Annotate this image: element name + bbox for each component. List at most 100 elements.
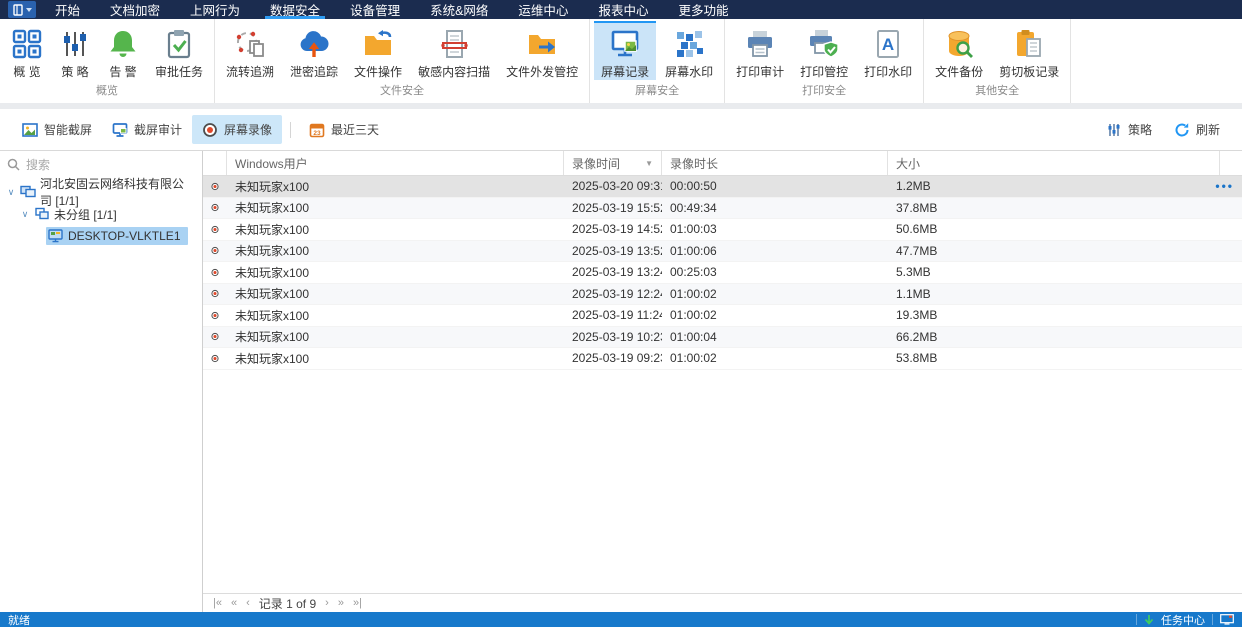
ribbon-button-file-operations[interactable]: 文件操作 (347, 21, 409, 80)
ribbon-button-label: 打印管控 (800, 63, 848, 80)
ribbon-button-print-watermark[interactable]: A 打印水印 (857, 21, 919, 80)
menu-item-data-security[interactable]: 数据安全 (255, 0, 335, 19)
record-time-cell: 2025-03-20 09:31:12 (564, 179, 662, 193)
pagination-bar: |« « ‹ 记录 1 of 9 › » »| (203, 593, 1242, 612)
menu-item-more-features[interactable]: 更多功能 (663, 0, 743, 19)
ribbon-filler (1071, 19, 1242, 103)
recordings-panel: Windows用户 录像时间▼ 录像时长 大小 未知玩家x1002025-03-… (203, 151, 1242, 612)
record-dot-icon (211, 309, 219, 322)
ribbon-button-leak-trace[interactable]: 泄密追踪 (283, 21, 345, 80)
menu-item-report-center[interactable]: 报表中心 (583, 0, 663, 19)
record-dot-icon (211, 223, 219, 236)
record-dot-icon (211, 352, 219, 365)
record-dot-icon (211, 180, 219, 193)
table-row[interactable]: 未知玩家x1002025-03-19 12:24:0301:00:021.1MB (203, 284, 1242, 306)
duration-cell: 00:49:34 (662, 201, 888, 215)
alert-bell-icon (107, 28, 139, 60)
clipboard-record-icon (1013, 28, 1045, 60)
size-cell: 5.3MB (888, 265, 1220, 279)
menu-item-ops-center[interactable]: 运维中心 (503, 0, 583, 19)
column-header-size[interactable]: 大小 (888, 151, 1220, 175)
app-menu-button[interactable] (8, 1, 36, 18)
column-header-filler (1220, 151, 1242, 175)
org-icon (20, 185, 36, 199)
tree-item-company-node[interactable]: ∨河北安固云网络科技有限公司 [1/1] (0, 181, 202, 203)
screen-watermark-icon (673, 28, 705, 60)
windows-user-cell: 未知玩家x100 (227, 328, 564, 345)
ribbon-button-sensitive-scan[interactable]: 敏感内容扫描 (411, 21, 497, 80)
table-row[interactable]: 未知玩家x1002025-03-20 09:31:1200:00:501.2MB… (203, 176, 1242, 198)
ribbon-button-label: 打印审计 (736, 63, 784, 80)
table-row[interactable]: 未知玩家x1002025-03-19 11:24:0001:00:0219.3M… (203, 305, 1242, 327)
menu-item-device-management[interactable]: 设备管理 (335, 0, 415, 19)
ribbon-button-screen-record[interactable]: 屏幕记录 (594, 21, 656, 80)
record-icon-cell (203, 223, 227, 236)
tree-expand-icon[interactable]: ∨ (4, 187, 18, 198)
table-row[interactable]: 未知玩家x1002025-03-19 14:52:2401:00:0350.6M… (203, 219, 1242, 241)
sort-arrow-icon[interactable]: ▼ (639, 159, 653, 168)
screen-status-icon[interactable] (1220, 614, 1234, 625)
page-indicator: 记录 1 of 9 (259, 595, 316, 612)
status-separator (1212, 614, 1213, 625)
policy-button[interactable]: 策略 (1096, 115, 1162, 144)
ribbon-button-print-audit[interactable]: 打印审计 (729, 21, 791, 80)
table-row[interactable]: 未知玩家x1002025-03-19 13:24:0500:25:035.3MB (203, 262, 1242, 284)
row-actions-menu[interactable]: ••• (1215, 176, 1234, 197)
ribbon-button-clipboard-record[interactable]: 剪切板记录 (992, 21, 1066, 80)
task-center-link[interactable]: 任务中心 (1161, 612, 1205, 627)
search-input[interactable] (26, 158, 195, 172)
column-header-duration[interactable]: 录像时长 (662, 151, 888, 175)
menu-item-system-network[interactable]: 系统&网络 (415, 0, 503, 19)
record-time-cell: 2025-03-19 14:52:24 (564, 222, 662, 236)
page-next-icon[interactable]: › (325, 598, 329, 609)
ribbon-button-print-control[interactable]: 打印管控 (793, 21, 855, 80)
smart-screenshot-button[interactable]: 智能截屏 (12, 115, 102, 144)
menu-item-internet-behavior[interactable]: 上网行为 (175, 0, 255, 19)
table-row[interactable]: 未知玩家x1002025-03-19 15:52:2700:49:3437.8M… (203, 198, 1242, 220)
table-row[interactable]: 未知玩家x1002025-03-19 13:52:1701:00:0647.7M… (203, 241, 1242, 263)
print-control-icon (808, 28, 840, 60)
ribbon-group-label: 打印安全 (725, 80, 923, 103)
page-fast-forward-icon[interactable]: » (338, 598, 344, 609)
page-prev-icon[interactable]: ‹ (246, 598, 250, 609)
ribbon-button-screen-watermark[interactable]: 屏幕水印 (658, 21, 720, 80)
windows-user-cell: 未知玩家x100 (227, 242, 564, 259)
screen-recording-button[interactable]: 屏幕录像 (192, 115, 282, 144)
column-header-icon[interactable] (203, 151, 227, 175)
ribbon-button-approval-tasks[interactable]: 审批任务 (148, 21, 210, 80)
column-header-record-time[interactable]: 录像时间▼ (564, 151, 662, 175)
record-dot-icon (211, 266, 219, 279)
screenshot-audit-button[interactable]: 截屏审计 (102, 115, 192, 144)
ribbon-button-flow-trace[interactable]: 流转追溯 (219, 21, 281, 80)
file-outgoing-icon (526, 28, 558, 60)
ribbon-button-label: 概 览 (13, 63, 40, 80)
ribbon-group-other-security: 文件备份 剪切板记录 其他安全 (924, 19, 1071, 103)
page-first-icon[interactable]: |« (213, 598, 222, 609)
table-row[interactable]: 未知玩家x1002025-03-19 09:23:5301:00:0253.8M… (203, 348, 1242, 370)
screen-record-icon (609, 28, 641, 60)
ribbon-button-file-outgoing[interactable]: 文件外发管控 (499, 21, 585, 80)
ribbon-button-policy[interactable]: 策 略 (52, 21, 98, 80)
button-label: 最近三天 (331, 121, 379, 138)
page-fast-back-icon[interactable]: « (231, 598, 237, 609)
recent-3-days-button[interactable]: 23 最近三天 (299, 115, 389, 144)
ribbon-button-alerts[interactable]: 告 警 (100, 21, 146, 80)
page-last-icon[interactable]: »| (353, 598, 362, 609)
table-row[interactable]: 未知玩家x1002025-03-19 10:23:5601:00:0466.2M… (203, 327, 1242, 349)
ribbon-button-file-backup[interactable]: 文件备份 (928, 21, 990, 80)
record-dot-icon (211, 244, 219, 257)
record-icon-cell (203, 266, 227, 279)
policy-sliders-icon (1106, 122, 1122, 138)
tree-item-computer-node[interactable]: DESKTOP-VLKTLE1 (0, 225, 202, 247)
column-label: 录像时长 (670, 155, 718, 172)
ribbon-button-overview[interactable]: 概 览 (4, 21, 50, 80)
tree-expand-icon[interactable]: ∨ (18, 209, 32, 220)
refresh-button[interactable]: 刷新 (1164, 115, 1230, 144)
menu-item-doc-encryption[interactable]: 文档加密 (95, 0, 175, 19)
size-cell: 1.2MB (888, 179, 1220, 193)
status-right: 任务中心 (1136, 612, 1234, 627)
column-header-windows-user[interactable]: Windows用户 (227, 151, 564, 175)
file-operations-icon (362, 28, 394, 60)
duration-cell: 00:00:50 (662, 179, 888, 193)
menu-item-start[interactable]: 开始 (40, 0, 95, 19)
